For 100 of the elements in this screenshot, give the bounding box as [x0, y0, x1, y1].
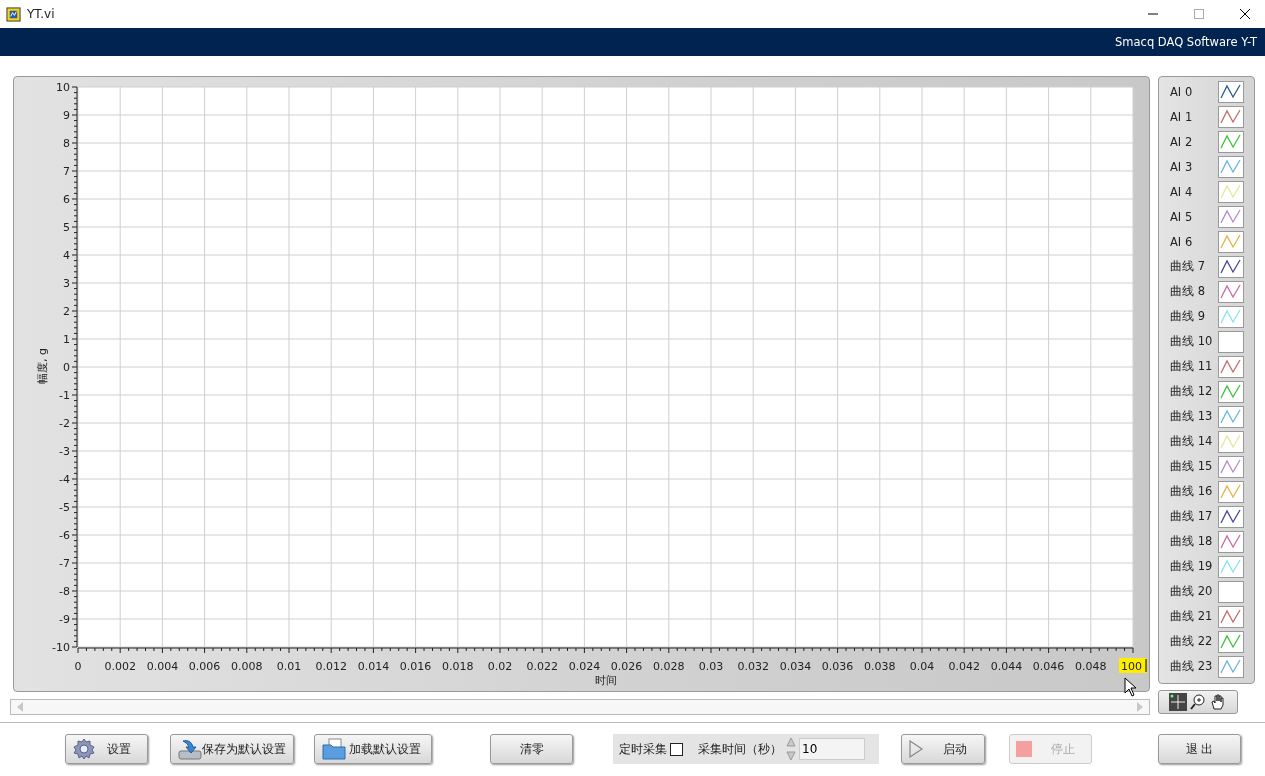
- legend-label: AI 4: [1170, 184, 1193, 199]
- legend-label: 曲线 14: [1170, 434, 1213, 449]
- scroll-right-icon[interactable]: [1136, 702, 1144, 712]
- line-swatch[interactable]: [1218, 305, 1244, 328]
- window-title: YT.vi: [27, 7, 55, 21]
- x-tick-label: 0.028: [653, 660, 685, 673]
- y-tick-label: 7: [63, 165, 70, 178]
- gear-icon: [72, 737, 96, 761]
- line-swatch[interactable]: [1218, 380, 1244, 403]
- line-swatch[interactable]: [1218, 505, 1244, 528]
- legend-label: 曲线 18: [1170, 534, 1213, 549]
- x-tick-label: 0.004: [146, 660, 179, 673]
- field-label: 采集时间（秒）: [698, 740, 782, 758]
- x-tick-label: 0: [74, 660, 82, 673]
- hand-icon[interactable]: [1209, 693, 1227, 711]
- y-tick-label: -7: [59, 557, 70, 570]
- line-swatch[interactable]: [1218, 80, 1244, 103]
- x-tick-label: 0.014: [357, 660, 390, 673]
- line-swatch[interactable]: [1218, 430, 1244, 453]
- line-swatch[interactable]: [1218, 330, 1244, 353]
- line-swatch[interactable]: [1218, 280, 1244, 303]
- toolbar-button[interactable]: 设置: [65, 734, 148, 764]
- line-swatch[interactable]: [1218, 155, 1244, 178]
- line-swatch[interactable]: [1218, 355, 1244, 378]
- y-tick-label: 8: [63, 137, 70, 150]
- toolbar-button[interactable]: 退 出: [1158, 734, 1241, 764]
- line-swatch[interactable]: [1218, 630, 1244, 653]
- line-swatch[interactable]: [1218, 205, 1244, 228]
- toolbar-button[interactable]: 保存为默认设置: [170, 734, 294, 764]
- x-tick-label: 0.026: [610, 660, 643, 673]
- x-tick-label: 0.044: [990, 660, 1023, 673]
- y-tick-label: -5: [59, 501, 70, 514]
- legend-label: 曲线 13: [1170, 409, 1213, 424]
- x-tick-label: 0.046: [1032, 660, 1065, 673]
- play-icon: [908, 740, 924, 758]
- legend-label: AI 6: [1170, 234, 1193, 249]
- close-icon[interactable]: [1239, 8, 1251, 20]
- y-tick-label: -1: [59, 389, 70, 402]
- x-tick-label: 0.022: [526, 660, 558, 673]
- app-icon: [6, 6, 21, 22]
- legend-label: 曲线 17: [1170, 509, 1213, 524]
- folder-icon: [321, 737, 347, 761]
- tray-arrow-icon: [177, 737, 203, 761]
- legend-label: 曲线 22: [1170, 634, 1213, 649]
- legend-label: 曲线 20: [1170, 584, 1213, 599]
- y-tick-label: -10: [52, 641, 70, 654]
- line-swatch[interactable]: [1218, 480, 1244, 503]
- toolbar-button[interactable]: 启动: [901, 734, 985, 764]
- zoom-icon[interactable]: [1189, 693, 1207, 711]
- x-tick-label: 0.04: [909, 660, 935, 673]
- x-tick-label: 0.002: [104, 660, 136, 673]
- line-swatch[interactable]: [1218, 255, 1244, 278]
- y-tick-label: 1: [63, 333, 70, 346]
- line-swatch[interactable]: [1218, 230, 1244, 253]
- mouse-cursor-icon: [1124, 677, 1138, 697]
- line-swatch[interactable]: [1218, 105, 1244, 128]
- x-tick-label: 0.012: [315, 660, 347, 673]
- line-swatch[interactable]: [1218, 580, 1244, 603]
- x-tick-label: 0.006: [188, 660, 221, 673]
- legend-label: 曲线 15: [1170, 459, 1213, 474]
- x-tick-label: 0.038: [864, 660, 896, 673]
- x-tick-label: 0.032: [737, 660, 769, 673]
- y-tick-label: 6: [63, 193, 70, 206]
- line-swatch[interactable]: [1218, 130, 1244, 153]
- x-axis-title: 时间: [594, 674, 617, 687]
- y-tick-label: -8: [59, 585, 70, 598]
- line-swatch[interactable]: [1218, 655, 1244, 678]
- y-tick-label: 4: [63, 249, 70, 262]
- legend-label: 曲线 8: [1170, 284, 1205, 299]
- x-tick-label: 0.036: [821, 660, 854, 673]
- x-tick-label: 0.03: [698, 660, 724, 673]
- x-tick-label: 0.01: [276, 660, 302, 673]
- legend-label: 曲线 16: [1170, 484, 1213, 499]
- line-swatch[interactable]: [1218, 180, 1244, 203]
- toolbar-button[interactable]: 加载默认设置: [314, 734, 432, 764]
- spinner-arrows[interactable]: [786, 736, 796, 762]
- y-tick-label: 10: [56, 81, 70, 94]
- legend-label: AI 2: [1170, 134, 1193, 149]
- timed-checkbox[interactable]: [670, 742, 683, 756]
- y-tick-label: 9: [63, 109, 70, 122]
- x-tick-label: 0.02: [487, 660, 513, 673]
- legend-label: 曲线 11: [1170, 359, 1213, 374]
- line-swatch[interactable]: [1218, 455, 1244, 478]
- crosshair-icon[interactable]: [1169, 693, 1187, 711]
- line-swatch[interactable]: [1218, 555, 1244, 578]
- toolbar-button[interactable]: 清零: [490, 734, 573, 764]
- legend-label: AI 1: [1170, 109, 1193, 124]
- x-tick-label: 0.024: [568, 660, 601, 673]
- y-tick-label: -4: [59, 473, 70, 486]
- line-swatch[interactable]: [1218, 605, 1244, 628]
- x-max-input[interactable]: 100: [1119, 658, 1147, 673]
- y-tick-label: -2: [59, 417, 70, 430]
- maximize-icon[interactable]: [1193, 8, 1205, 20]
- line-swatch[interactable]: [1218, 530, 1244, 553]
- y-tick-label: 2: [63, 305, 70, 318]
- line-swatch[interactable]: [1218, 405, 1244, 428]
- scroll-left-icon[interactable]: [16, 702, 24, 712]
- duration-input[interactable]: 10: [799, 738, 865, 760]
- legend-label: AI 5: [1170, 209, 1193, 224]
- horizontal-scrollbar[interactable]: [10, 699, 1150, 715]
